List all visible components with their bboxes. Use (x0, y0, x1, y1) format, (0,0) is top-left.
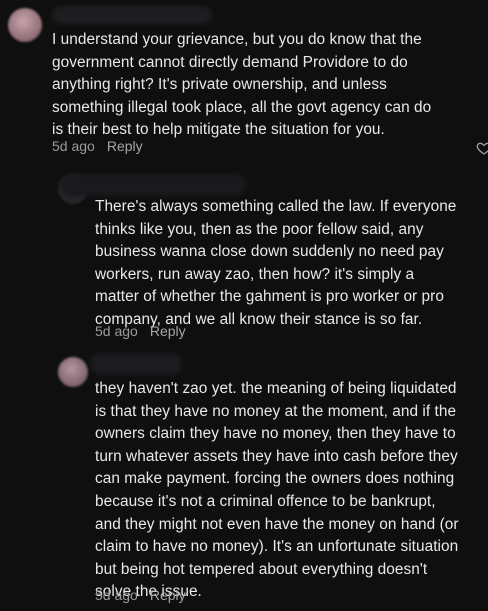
comment-text: I understand your grievance, but you do … (52, 31, 432, 139)
reply-button[interactable]: Reply (150, 587, 186, 603)
comment-meta: 5d ago Reply (95, 587, 186, 603)
timestamp: 5d ago (95, 587, 138, 603)
comment-text: There's always something called the law.… (95, 198, 457, 328)
timestamp: 5d ago (52, 138, 95, 154)
comment-text: they haven't zao yet. the meaning of bei… (95, 380, 459, 601)
comment-2: There's always something called the law.… (0, 160, 488, 350)
comment-meta: 5d ago Reply (52, 138, 143, 154)
avatar[interactable] (58, 357, 88, 387)
reply-button[interactable]: Reply (150, 323, 186, 339)
avatar[interactable] (8, 8, 42, 42)
comment-1: I understand your grievance, but you do … (0, 0, 488, 160)
comment-meta: 5d ago Reply (95, 323, 186, 339)
reply-button[interactable]: Reply (107, 138, 143, 154)
heart-icon[interactable] (476, 140, 488, 156)
timestamp: 5d ago (95, 323, 138, 339)
comment-3: they haven't zao yet. the meaning of bei… (0, 345, 488, 611)
username-redacted (90, 353, 182, 375)
username-redacted (60, 174, 246, 196)
username-redacted (52, 6, 212, 24)
